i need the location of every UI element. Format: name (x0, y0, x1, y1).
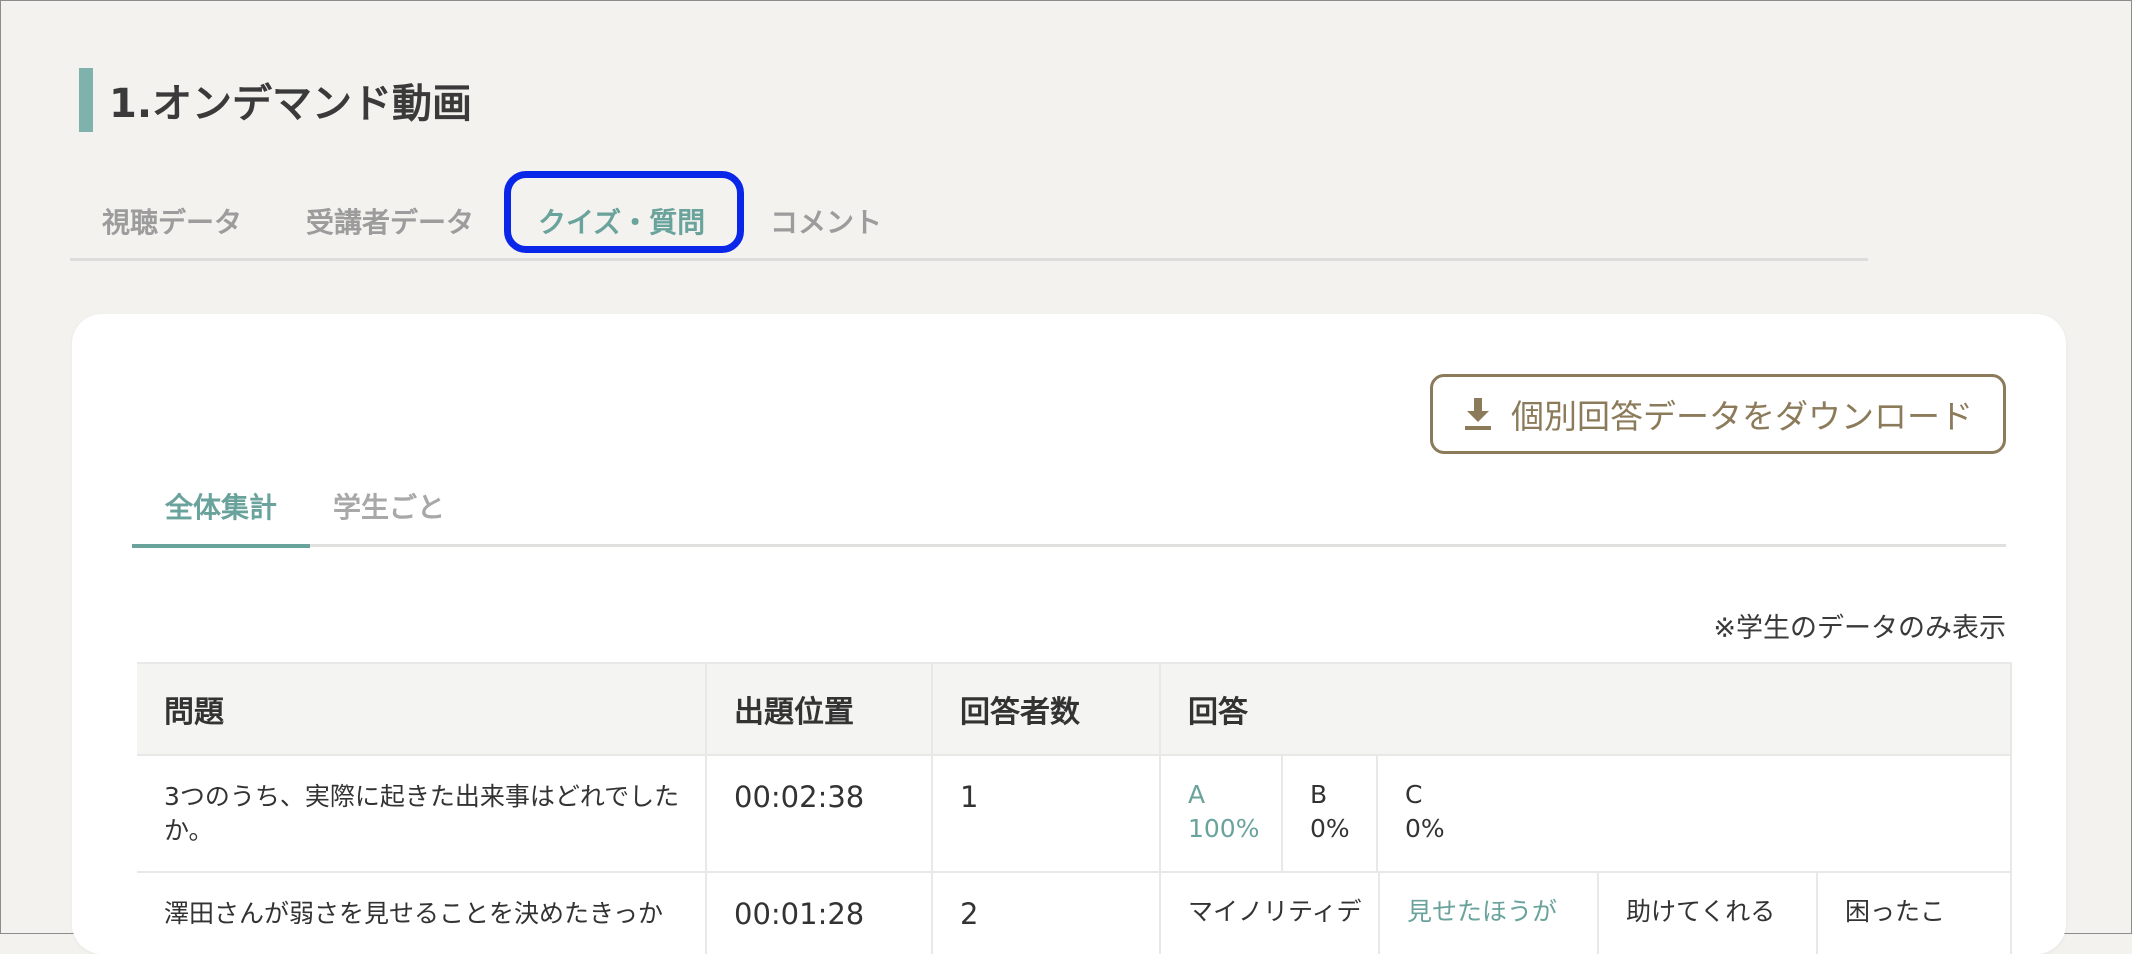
answer-option: B 0% (1283, 756, 1378, 871)
answer-option: 困ったこ (1845, 897, 1946, 926)
tab-student-data[interactable]: 受講者データ (306, 201, 474, 241)
question-cell: 3つのうち、実際に起きた出来事はどれでしたか。 (137, 754, 707, 872)
page-header: 1.オンデマンド動画 (79, 68, 472, 132)
question-cell: 澤田さんが弱さを見せることを決めたきっか (137, 871, 707, 954)
tab-viewing-data[interactable]: 視聴データ (102, 201, 242, 241)
count-cell: 2 (932, 871, 1161, 954)
download-answers-button[interactable]: 個別回答データをダウンロード (1430, 374, 2006, 454)
tab-comments[interactable]: コメント (770, 201, 882, 241)
position-cell: 00:02:38 (706, 754, 933, 872)
data-scope-note: ※学生のデータのみ表示 (1713, 613, 2006, 644)
main-tabs: 視聴データ 受講者データ クイズ・質問 コメント (70, 171, 1868, 261)
position-cell: 00:01:28 (706, 871, 933, 954)
quiz-results-table: 問題 出題位置 回答者数 回答 3つのうち、実際に起きた出来事はどれでしたか。 … (137, 662, 2012, 954)
subtab-by-student[interactable]: 学生ごと (300, 486, 478, 544)
header-position: 出題位置 (706, 662, 933, 755)
answer-option: C 0% (1405, 780, 1445, 843)
header-answers: 回答 (1160, 662, 2012, 755)
content-card: 個別回答データをダウンロード 全体集計 学生ごと ※学生のデータのみ表示 問題 … (72, 314, 2066, 954)
answer-option: 見せたほうが (1380, 873, 1599, 954)
subtab-overall[interactable]: 全体集計 (132, 486, 311, 548)
page-title: 1.オンデマンド動画 (109, 81, 473, 127)
answer-option: マイノリティデ (1161, 873, 1380, 954)
table-header-row: 問題 出題位置 回答者数 回答 (137, 662, 2012, 755)
answers-cell: マイノリティデ 見せたほうが 助けてくれる 困ったこ (1160, 871, 2012, 954)
answer-option: 助けてくれる (1599, 873, 1818, 954)
table-row: 3つのうち、実際に起きた出来事はどれでしたか。 00:02:38 1 A 100%… (137, 754, 2012, 872)
header-respondents: 回答者数 (932, 662, 1161, 755)
table-row: 澤田さんが弱さを見せることを決めたきっか 00:01:28 2 マイノリティデ … (137, 871, 2012, 954)
count-cell: 1 (932, 754, 1161, 872)
tab-quiz-questions[interactable]: クイズ・質問 (538, 201, 705, 241)
download-button-label: 個別回答データをダウンロード (1511, 397, 1973, 436)
answer-option: A 100% (1161, 756, 1283, 871)
header-question: 問題 (137, 662, 707, 755)
download-icon (1465, 398, 1491, 430)
title-accent-bar (79, 68, 93, 132)
answers-cell: A 100% B 0% C 0% (1160, 754, 2012, 872)
sub-tabs: 全体集計 学生ごと (132, 482, 2006, 548)
